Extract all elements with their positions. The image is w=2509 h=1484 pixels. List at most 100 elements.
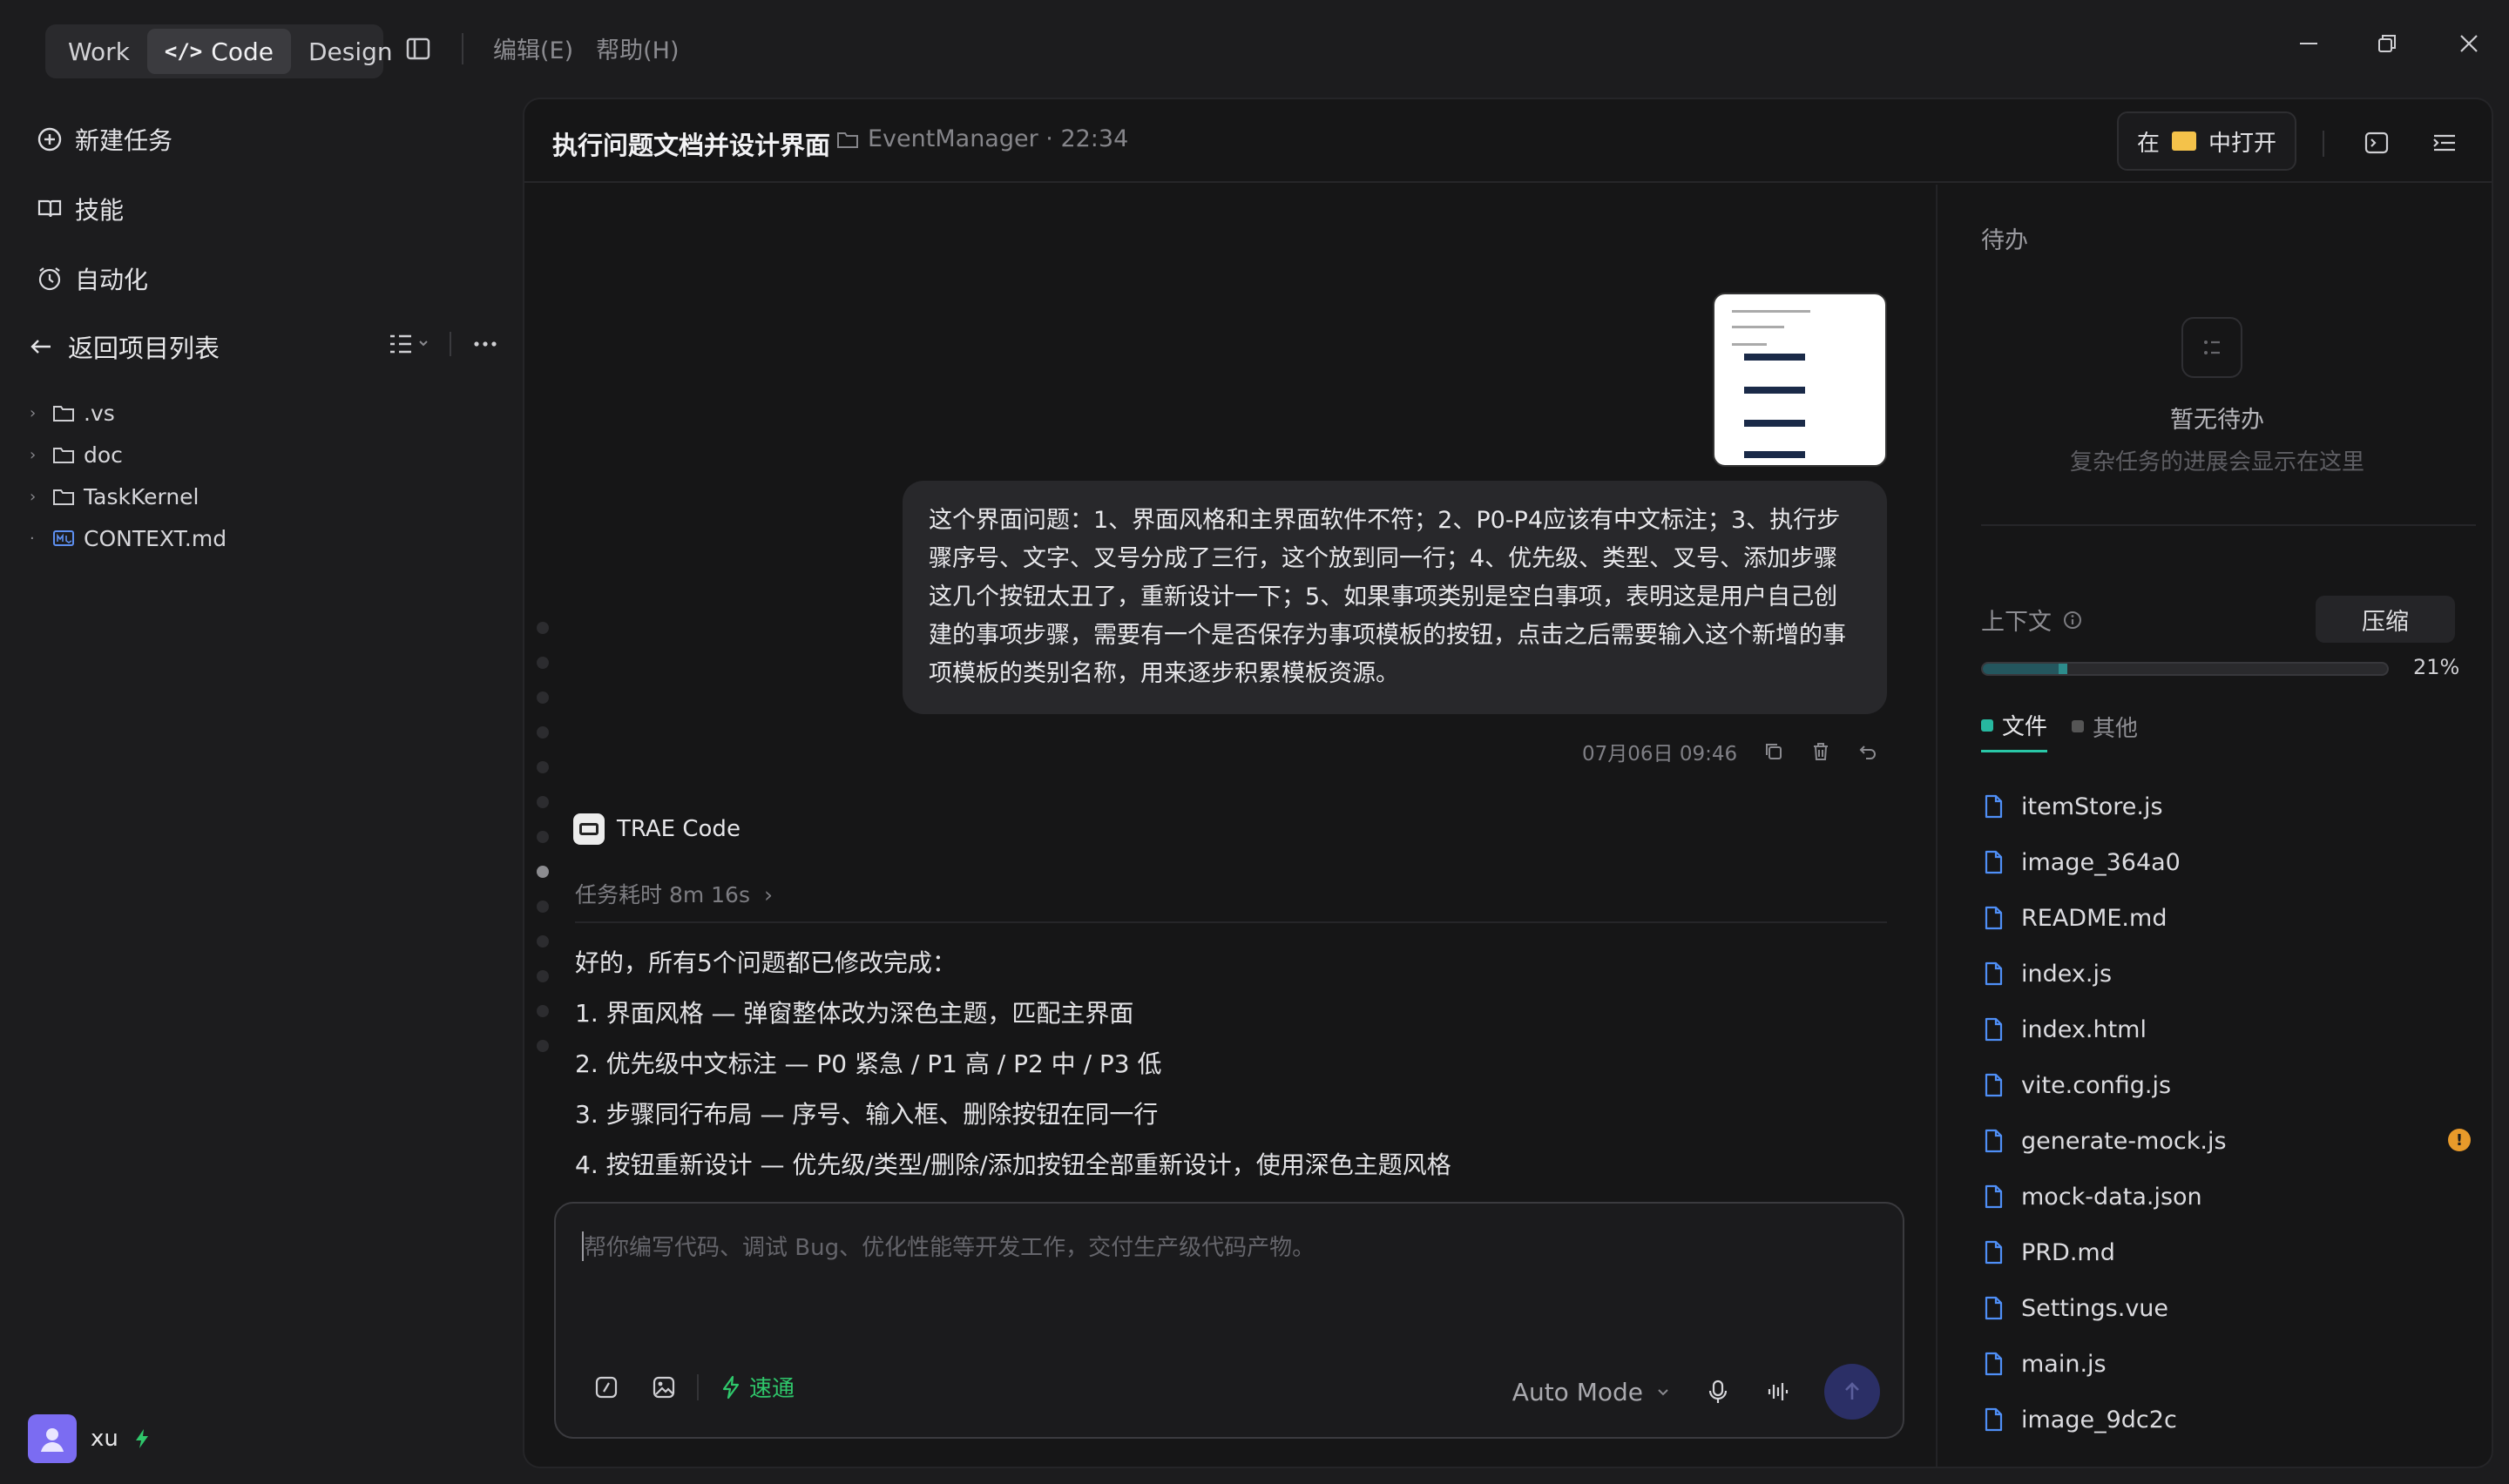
context-file-item[interactable]: itemStore.js <box>1983 779 2471 834</box>
list-view-icon[interactable] <box>387 331 429 357</box>
tree-item-vs[interactable]: › .vs <box>30 392 500 434</box>
nav-dot[interactable] <box>537 831 549 843</box>
back-label: 返回项目列表 <box>68 334 220 363</box>
assistant-list-item: 2. 优先级中文标注 — P0 紧急 / P1 高 / P2 中 / P3 低 <box>575 1049 1162 1078</box>
compress-button[interactable]: 压缩 <box>2316 596 2455 643</box>
mode-code-button[interactable]: </> Code <box>146 29 291 74</box>
task-duration-toggle[interactable]: 任务耗时 8m 16s › <box>575 878 773 909</box>
nav-dot[interactable] <box>537 1005 549 1017</box>
chevron-right-icon: › <box>30 487 37 506</box>
file-icon <box>1985 1407 2003 1432</box>
nav-dot-active[interactable] <box>537 866 549 878</box>
menu-edit[interactable]: 编辑(E) <box>493 31 573 65</box>
nav-dot[interactable] <box>537 796 549 808</box>
voice-wave-icon[interactable] <box>1765 1379 1789 1404</box>
nav-dot[interactable] <box>537 970 549 982</box>
menu-help[interactable]: 帮助(H) <box>596 31 679 65</box>
thumb-bar <box>1744 387 1805 394</box>
nav-dot[interactable] <box>537 1040 549 1052</box>
mode-code-label: Code <box>211 37 274 66</box>
back-to-projects-button[interactable]: 返回项目列表 <box>28 328 220 365</box>
close-icon[interactable] <box>2452 26 2486 61</box>
sidebar-item-label: 新建任务 <box>75 126 173 155</box>
tab-other[interactable]: 其他 <box>2072 709 2138 752</box>
nav-dot[interactable] <box>537 726 549 739</box>
sidebar-item-skills[interactable]: 技能 <box>33 174 504 244</box>
context-file-item[interactable]: mock-data.json <box>1983 1169 2471 1224</box>
context-file-name: mock-data.json <box>2021 1183 2202 1211</box>
lightning-icon <box>722 1375 740 1399</box>
context-file-item[interactable]: Settings.vue <box>1983 1280 2471 1336</box>
copy-icon[interactable] <box>1763 741 1784 762</box>
sidebar-item-new-task[interactable]: 新建任务 <box>33 105 504 174</box>
tab-files-label: 文件 <box>2002 714 2048 740</box>
image-upload-icon[interactable] <box>652 1375 676 1400</box>
thumb-bar <box>1744 420 1805 427</box>
microphone-icon[interactable] <box>1706 1379 1730 1405</box>
title-bar: Work </> Code Design 编辑(E) 帮助(H) <box>0 0 2509 98</box>
mode-work-label: Work <box>68 37 130 66</box>
info-icon[interactable] <box>2062 610 2083 631</box>
context-file-item[interactable]: image_9dc2c <box>1983 1392 2471 1447</box>
slash-command-icon[interactable] <box>594 1375 619 1400</box>
dot-icon: · <box>30 529 35 548</box>
restore-icon[interactable] <box>2370 26 2404 61</box>
nav-dot[interactable] <box>537 657 549 669</box>
nav-dot[interactable] <box>537 901 549 913</box>
send-button[interactable] <box>1824 1364 1880 1420</box>
tree-item-taskkernel[interactable]: › TaskKernel <box>30 476 500 517</box>
file-icon <box>1985 1184 2003 1209</box>
thumb-bar <box>1744 451 1805 458</box>
message-meta: 07月06日 09:46 <box>1582 737 1878 766</box>
divider <box>575 921 1887 923</box>
avatar[interactable] <box>28 1414 77 1463</box>
alarm-clock-icon <box>38 267 61 291</box>
context-file-item[interactable]: main.js <box>1983 1336 2471 1392</box>
tree-item-doc[interactable]: › doc <box>30 434 500 476</box>
nav-dot[interactable] <box>537 622 549 634</box>
chat-area[interactable]: 这个界面问题：1、界面风格和主界面软件不符；2、P0-P4应该有中文标注；3、执… <box>524 185 1936 1467</box>
tools-divider <box>697 1373 699 1400</box>
panel-list-icon[interactable] <box>2431 129 2458 157</box>
sidebar-item-automation[interactable]: 自动化 <box>33 244 504 314</box>
file-icon <box>1985 961 2003 986</box>
sidebar-toggle-icon[interactable] <box>402 33 434 64</box>
warning-icon[interactable]: ! <box>2448 1129 2471 1151</box>
mode-design-button[interactable]: Design <box>291 29 410 74</box>
terminal-icon[interactable] <box>2363 129 2391 157</box>
minimize-icon[interactable] <box>2291 26 2326 61</box>
nav-dot[interactable] <box>537 761 549 773</box>
context-file-item[interactable]: vite.config.js <box>1983 1057 2471 1113</box>
composer-input[interactable]: 帮你编写代码、调试 Bug、优化性能等开发工作，交付生产级代码产物。 <box>584 1230 1315 1262</box>
tab-files[interactable]: 文件 <box>1981 709 2048 752</box>
context-file-item[interactable]: generate-mock.js! <box>1983 1113 2471 1169</box>
context-file-name: index.js <box>2021 960 2113 988</box>
file-icon <box>1985 794 2003 819</box>
context-file-item[interactable]: index.html <box>1983 1002 2471 1057</box>
mode-work-button[interactable]: Work <box>51 29 147 74</box>
context-file-name: main.js <box>2021 1350 2107 1378</box>
trash-icon[interactable] <box>1810 741 1831 762</box>
user-profile[interactable]: xu <box>28 1414 152 1463</box>
yellow-folder-icon <box>2172 132 2196 151</box>
context-file-item[interactable]: PRD.md <box>1983 1224 2471 1280</box>
context-file-item[interactable]: README.md <box>1983 890 2471 946</box>
composer[interactable]: 帮你编写代码、调试 Bug、优化性能等开发工作，交付生产级代码产物。 速通 Au… <box>554 1202 1904 1439</box>
nav-dot[interactable] <box>537 935 549 948</box>
context-file-item[interactable]: index.js <box>1983 946 2471 1002</box>
menu-divider <box>462 32 463 64</box>
open-in-button[interactable]: 在 中打开 <box>2117 111 2296 171</box>
more-icon[interactable] <box>472 331 498 357</box>
message-navigator[interactable] <box>537 622 549 1075</box>
context-label-text: 上下文 <box>1981 609 2052 636</box>
tree-item-context-md[interactable]: · CONTEXT.md <box>30 517 500 559</box>
assistant-name: TRAE Code <box>617 816 741 842</box>
context-file-name: vite.config.js <box>2021 1071 2172 1099</box>
undo-icon[interactable] <box>1857 741 1878 762</box>
fast-mode-button[interactable]: 速通 <box>720 1371 795 1403</box>
attached-image-thumbnail[interactable] <box>1713 293 1887 467</box>
sidebar-item-label: 自动化 <box>75 266 149 294</box>
context-file-item[interactable]: image_364a0 <box>1983 834 2471 890</box>
nav-dot[interactable] <box>537 691 549 704</box>
mode-select[interactable]: Auto Mode <box>1512 1378 1671 1406</box>
